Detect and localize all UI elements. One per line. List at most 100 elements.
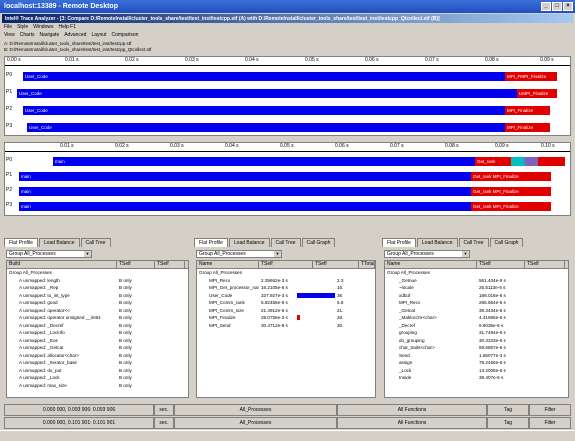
table-row[interactable]: MPI_Recv 286.654e-6 s <box>385 299 568 307</box>
table-row[interactable]: A unmapped: do_put B only <box>7 367 188 375</box>
table-row[interactable]: MPI_Recv 2.39662e-3 s 2.3 <box>197 277 375 285</box>
table-row[interactable]: A unmapped: _Lock B only <box>7 374 188 382</box>
user-code-bar[interactable]: User_Code <box>17 89 517 98</box>
table-row[interactable]: A unmapped: length B only <box>7 277 188 285</box>
tab-call-graph[interactable]: Call Graph <box>301 238 336 247</box>
close-button[interactable]: × <box>563 2 573 11</box>
col-header[interactable]: TSelf <box>525 261 565 268</box>
process-row[interactable]: P0 User_Code MPI_FMPI_Finalize <box>5 70 570 82</box>
col-header[interactable]: TSelf <box>155 261 185 268</box>
table-row[interactable]: A unmapped: _Iterator_base B only <box>7 359 188 367</box>
table-row[interactable]: A unmapped: _Eos B only <box>7 337 188 345</box>
table-row[interactable]: _Getcat 39.3434e-6 s <box>385 307 568 315</box>
main-bar[interactable]: main <box>19 172 471 181</box>
time-range-b[interactable]: 0.000 000, 0.101 901: 0.101 901 <box>4 417 154 429</box>
col-header[interactable]: TSelf <box>313 261 359 268</box>
mpi-calls-bar[interactable]: Get_rank MPI_Finalize <box>471 172 551 181</box>
tab-load-balance[interactable]: Load Balance <box>416 238 458 247</box>
menu-comparison[interactable]: Comparison <box>111 32 138 40</box>
table-row[interactable]: MPI_Comm_size 21.4912e-6 s 21. <box>197 307 375 315</box>
process-row[interactable]: P1 User_Code UMPI_Finalize <box>5 87 570 99</box>
tab-flat-profile[interactable]: Flat Profile <box>4 238 38 247</box>
table-row[interactable]: A unmapped: _Rep B only <box>7 284 188 292</box>
tab-call-tree[interactable]: Call Tree <box>458 238 489 247</box>
col-header[interactable]: TSelf <box>259 261 313 268</box>
table-row[interactable]: A unmapped: operator<< B only <box>7 307 188 315</box>
table-row[interactable]: Group All_Processes <box>7 269 188 277</box>
mpi-finalize-bar[interactable]: MPI_Finalize <box>505 123 550 132</box>
table-row[interactable]: char_traits<char> 59.6867e-6 s <box>385 344 568 352</box>
mpi-calls-bar[interactable]: Get_rank MPI_Finalize <box>471 202 551 211</box>
tag-button[interactable]: Tag <box>487 417 529 429</box>
user-code-bar[interactable]: User_Code <box>23 72 505 81</box>
time-range-a[interactable]: 0.000 000, 0.093 906: 0.093 906 <box>4 404 154 416</box>
main-bar[interactable]: main <box>19 202 471 211</box>
table-row[interactable]: A unmapped: allocator<char> B only <box>7 352 188 360</box>
table-row[interactable]: A unmapped: _Decref B only <box>7 322 188 330</box>
group-select[interactable]: Group All_Processes ▼ <box>384 250 470 258</box>
table-row[interactable]: _Getnue 561.404e-9 s <box>385 277 568 285</box>
menu-navigate[interactable]: Navigate <box>39 32 59 40</box>
table-row[interactable]: _Lock 13.2005e-6 s <box>385 367 568 375</box>
event-timeline-b[interactable]: 0.01 s 0.02 s 0.03 s 0.04 s 0.05 s 0.06 … <box>4 142 571 216</box>
table-row[interactable]: Group All_Processes <box>197 269 375 277</box>
col-header[interactable]: Name <box>385 261 477 268</box>
tag-button[interactable]: Tag <box>487 404 529 416</box>
table-row[interactable]: MPI_Comm_rank 5.82456e-6 s 5.8 <box>197 299 375 307</box>
minimize-button[interactable]: _ <box>541 2 551 11</box>
table-row[interactable]: A unmapped: _Getcat B only <box>7 344 188 352</box>
process-row[interactable]: P2 main Get_rank MPI_Finalize <box>5 185 570 197</box>
col-header[interactable]: Name <box>197 261 259 268</box>
tab-call-tree[interactable]: Call Tree <box>80 238 111 247</box>
table-row[interactable]: MPI_Get_processor_name 16.2105e-6 s 16. <box>197 284 375 292</box>
menu-file[interactable]: File <box>4 24 12 32</box>
process-row[interactable]: P1 main Get_rank MPI_Finalize <box>5 170 570 182</box>
mpi-finalize-bar[interactable]: MPI_Finalize <box>505 106 550 115</box>
col-header[interactable]: Build <box>7 261 117 268</box>
process-row[interactable]: P3 main Get_rank MPI_Finalize <box>5 200 570 212</box>
menu-windows[interactable]: Windows <box>33 24 53 32</box>
group-select[interactable]: Group All_Processes ▼ <box>6 250 92 258</box>
tab-load-balance[interactable]: Load Balance <box>228 238 270 247</box>
process-row[interactable]: P0 main Get_rank <box>5 155 570 167</box>
process-row[interactable]: P3 User_Code MPI_Finalize <box>5 121 570 133</box>
table-row[interactable]: User_Code 337.927e-3 s 36 <box>197 292 375 300</box>
tab-flat-profile[interactable]: Flat Profile <box>382 238 416 247</box>
user-code-bar[interactable]: User_Code <box>23 106 505 115</box>
col-header[interactable]: TSelf <box>117 261 155 268</box>
mpi-finalize-bar[interactable]: MPI_FMPI_Finalize <box>505 72 557 81</box>
chevron-down-icon[interactable]: ▼ <box>274 251 281 257</box>
table-row[interactable]: A unmapped: good B only <box>7 299 188 307</box>
menu-charts[interactable]: Charts <box>20 32 35 40</box>
main-bar[interactable]: main <box>53 157 475 166</box>
mpi-calls-bar[interactable]: Get_rank <box>475 157 565 166</box>
tab-load-balance[interactable]: Load Balance <box>38 238 80 247</box>
table-row[interactable]: grouping 31.7494e-6 s <box>385 329 568 337</box>
table-row[interactable]: xdbuf 188.018e-6 s <box>385 292 568 300</box>
table-row[interactable]: A unmapped: max_size B only <box>7 382 188 390</box>
tab-flat-profile[interactable]: Flat Profile <box>194 238 228 247</box>
mpi-calls-bar[interactable]: Get_rank MPI_Finalize <box>471 187 551 196</box>
table-row[interactable]: MPI_Send 30.4712e-6 s 30. <box>197 322 375 330</box>
table-row[interactable]: MPI_Finalize 28.0756e-3 s 28. <box>197 314 375 322</box>
table-row[interactable]: A unmapped: _Locinfo B only <box>7 329 188 337</box>
filter-button[interactable]: Filter <box>529 417 571 429</box>
mpi-finalize-bar[interactable]: UMPI_Finalize <box>517 89 557 98</box>
col-header[interactable]: TTotal <box>359 261 375 268</box>
table-row[interactable]: Send 1.65077e-3 s <box>385 352 568 360</box>
table-row[interactable]: assign 79.2456e-6 s <box>385 359 568 367</box>
table-row[interactable]: ~locale 25.5113e-6 s <box>385 284 568 292</box>
menu-view[interactable]: View <box>4 32 15 40</box>
chevron-down-icon[interactable]: ▼ <box>84 251 91 257</box>
col-header[interactable]: TSelf <box>477 261 525 268</box>
table-row[interactable]: A unmapped: operator unsigned __int64 B o… <box>7 314 188 322</box>
menu-style[interactable]: Style <box>17 24 28 32</box>
functions-status[interactable]: All Functions <box>337 417 487 429</box>
menu-layout[interactable]: Layout <box>91 32 106 40</box>
maximize-button[interactable]: □ <box>552 2 562 11</box>
tab-call-tree[interactable]: Call Tree <box>270 238 301 247</box>
table-row[interactable]: _Decref 9.6035e-6 s <box>385 322 568 330</box>
menu-advanced[interactable]: Advanced <box>64 32 86 40</box>
group-status[interactable]: All_Processes <box>174 417 337 429</box>
process-row[interactable]: P2 User_Code MPI_Finalize <box>5 104 570 116</box>
